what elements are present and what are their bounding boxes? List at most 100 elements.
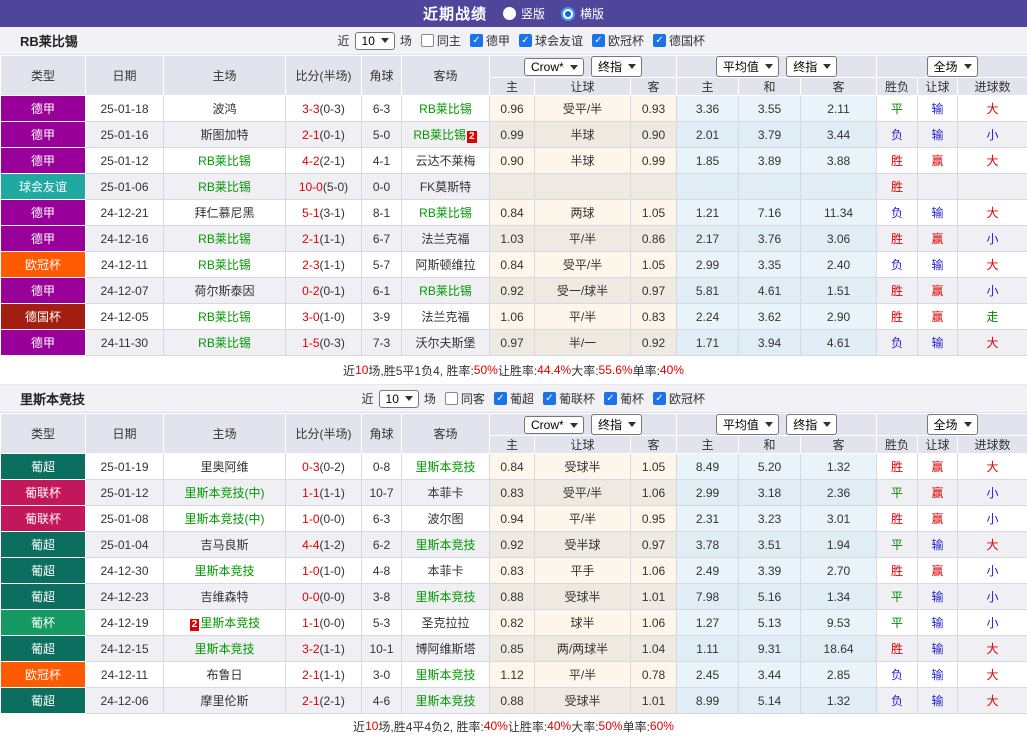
score-cell[interactable]: 2-1(0-1) (286, 122, 362, 148)
team-name[interactable]: 里斯本竞技 (415, 694, 475, 708)
full-time-score: 2-1 (302, 128, 319, 142)
league-checkbox-3[interactable] (653, 392, 666, 405)
score-cell[interactable]: 1-1(1-1) (286, 480, 362, 506)
league-checkbox-2[interactable] (592, 34, 605, 47)
score-cell[interactable]: 1-0(1-0) (286, 558, 362, 584)
league-checkbox-2[interactable] (604, 392, 617, 405)
league-checkbox-0[interactable] (470, 34, 483, 47)
avg-source-select[interactable]: 平均值 (716, 56, 779, 77)
score-cell[interactable]: 3-2(1-1) (286, 636, 362, 662)
team-name[interactable]: 里斯本竞技 (415, 668, 475, 682)
score-cell[interactable]: 2-1(1-1) (286, 226, 362, 252)
same-side-checkbox[interactable] (421, 34, 434, 47)
team-name[interactable]: RB莱比锡 (198, 310, 251, 324)
full-time-score: 0-2 (302, 284, 319, 298)
team-name[interactable]: RB莱比锡 (198, 232, 251, 246)
match-count-select[interactable]: 10 (379, 390, 419, 408)
odds-stage-select[interactable]: 终指 (591, 414, 642, 435)
team-name[interactable]: 本菲卡 (427, 564, 463, 578)
avg-stage-select[interactable]: 终指 (786, 414, 837, 435)
score-cell[interactable]: 1-1(0-0) (286, 610, 362, 636)
team-name[interactable]: 里斯本竞技(中) (185, 486, 265, 500)
score-cell[interactable]: 5-1(3-1) (286, 200, 362, 226)
result-handicap: 输 (918, 330, 958, 356)
team-name[interactable]: 圣克拉拉 (421, 616, 469, 630)
team-name[interactable]: FK莫斯特 (420, 180, 471, 194)
avg-source-select[interactable]: 平均值 (716, 414, 779, 435)
team-name[interactable]: 法兰克福 (421, 232, 469, 246)
team-name[interactable]: 本菲卡 (427, 486, 463, 500)
team-name[interactable]: 沃尔夫斯堡 (415, 336, 475, 350)
team-name[interactable]: RB莱比锡 (413, 128, 466, 142)
team-name[interactable]: 吉维森特 (200, 590, 248, 604)
match-date: 24-12-11 (86, 252, 164, 278)
score-cell[interactable]: 2-1(1-1) (286, 662, 362, 688)
team-name[interactable]: 云达不莱梅 (415, 154, 475, 168)
odds-stage-select[interactable]: 终指 (591, 56, 642, 77)
match-count-select[interactable]: 10 (355, 32, 395, 50)
team-name[interactable]: RB莱比锡 (419, 102, 472, 116)
half-time-score: (1-1) (320, 486, 345, 500)
away-team-cell: 里斯本竞技 (402, 688, 490, 714)
team-name[interactable]: RB莱比锡 (198, 336, 251, 350)
layout-vertical-option[interactable]: 竖版 (503, 5, 545, 22)
team-name[interactable]: 里斯本竞技 (200, 616, 260, 630)
odds-source-select[interactable]: Crow* (524, 416, 584, 434)
league-checkbox-1[interactable] (543, 392, 556, 405)
team-name[interactable]: 荷尔斯泰因 (194, 284, 254, 298)
radio-selected-icon[interactable] (561, 7, 575, 21)
team-name[interactable]: 里斯本竞技 (415, 460, 475, 474)
team-name[interactable]: 斯图加特 (200, 128, 248, 142)
score-cell[interactable]: 2-1(2-1) (286, 688, 362, 714)
team-name[interactable]: 里斯本竞技 (194, 642, 254, 656)
team-name[interactable]: 布鲁日 (206, 668, 242, 682)
select-value: 平均值 (723, 58, 759, 75)
score-cell[interactable]: 0-2(0-1) (286, 278, 362, 304)
section-header-bar: RB莱比锡 近 10 场 同主 德甲 球会友谊 欧冠杯 德国杯 (0, 27, 1027, 55)
score-cell[interactable]: 0-0(0-0) (286, 584, 362, 610)
team-name[interactable]: 里奥阿维 (200, 460, 248, 474)
league-checkbox-1[interactable] (519, 34, 532, 47)
score-cell[interactable]: 2-3(1-1) (286, 252, 362, 278)
team-name[interactable]: 里斯本竞技 (415, 590, 475, 604)
team-name[interactable]: 摩里伦斯 (200, 694, 248, 708)
avg-stage-select[interactable]: 终指 (786, 56, 837, 77)
team-name[interactable]: 吉马良斯 (200, 538, 248, 552)
team-name[interactable]: 里斯本竞技(中) (185, 512, 265, 526)
league-checkbox-0[interactable] (494, 392, 507, 405)
scope-select[interactable]: 全场 (927, 56, 978, 77)
team-name[interactable]: 里斯本竞技 (415, 538, 475, 552)
avg-home-odds: 3.78 (677, 532, 739, 558)
score-cell[interactable]: 1-0(0-0) (286, 506, 362, 532)
home-team-cell: RB莱比锡 (164, 304, 286, 330)
league-checkbox-3[interactable] (653, 34, 666, 47)
odds-source-select[interactable]: Crow* (524, 58, 584, 76)
team-name[interactable]: 博阿维斯塔 (415, 642, 475, 656)
scope-select[interactable]: 全场 (927, 414, 978, 435)
full-time-score: 2-1 (302, 668, 319, 682)
radio-unselected-icon[interactable] (503, 7, 516, 20)
team-name[interactable]: 波尔图 (427, 512, 463, 526)
score-cell[interactable]: 10-0(5-0) (286, 174, 362, 200)
team-name[interactable]: 法兰克福 (421, 310, 469, 324)
same-side-checkbox[interactable] (445, 392, 458, 405)
team-name[interactable]: 阿斯顿维拉 (415, 258, 475, 272)
team-name[interactable]: RB莱比锡 (198, 258, 251, 272)
red-card-badge: 2 (190, 619, 200, 631)
team-name[interactable]: 拜仁慕尼黑 (194, 206, 254, 220)
score-cell[interactable]: 4-2(2-1) (286, 148, 362, 174)
score-cell[interactable]: 3-0(1-0) (286, 304, 362, 330)
avg-draw-odds: 5.13 (739, 610, 801, 636)
team-name[interactable]: RB莱比锡 (198, 180, 251, 194)
score-cell[interactable]: 4-4(1-2) (286, 532, 362, 558)
team-name[interactable]: RB莱比锡 (419, 284, 472, 298)
layout-horizontal-option[interactable]: 横版 (561, 5, 604, 22)
team-name[interactable]: 里斯本竞技 (194, 564, 254, 578)
team-name[interactable]: 波鸿 (212, 102, 236, 116)
team-name[interactable]: RB莱比锡 (419, 206, 472, 220)
score-cell[interactable]: 1-5(0-3) (286, 330, 362, 356)
score-cell[interactable]: 0-3(0-2) (286, 454, 362, 480)
team-name[interactable]: RB莱比锡 (198, 154, 251, 168)
score-cell[interactable]: 3-3(0-3) (286, 96, 362, 122)
match-type-badge: 球会友谊 (1, 174, 86, 200)
